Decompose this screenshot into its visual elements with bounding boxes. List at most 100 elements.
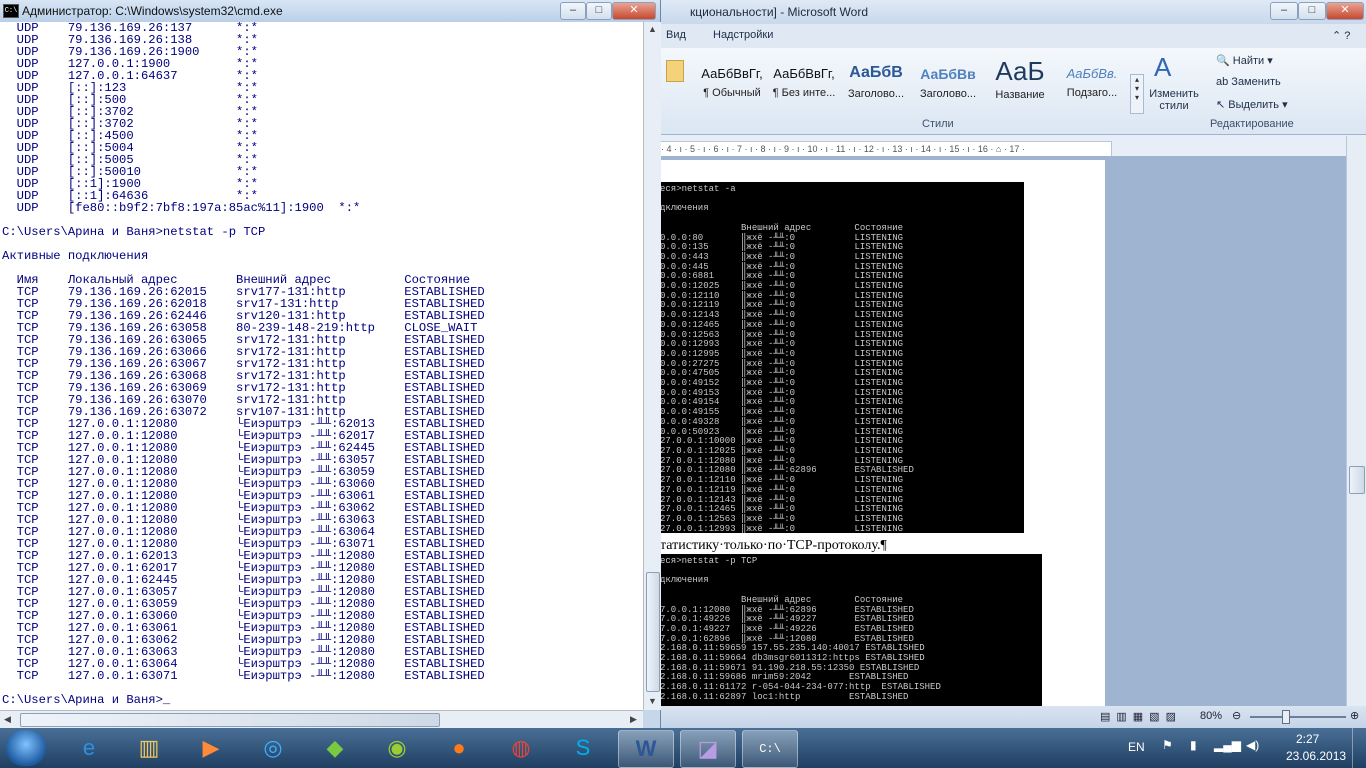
console-line: C:\Users\Арина и Ваня>_ [2,693,171,707]
word-icon[interactable]: W [618,730,674,768]
cmd-horizontal-scrollbar[interactable]: ◀ ▶ [0,710,643,729]
console-line: C:\Users\Арина и Ваня>netstat -p TCP [2,225,266,239]
cmd-minimize-button[interactable]: ‒ [560,2,586,20]
console-output: UDP 79.136.169.26:137 *:* UDP 79.136.169… [0,22,643,706]
start-button[interactable] [6,730,46,766]
help-icon[interactable]: ⌃ ? [1332,29,1350,42]
style-title-name: Название [995,89,1045,101]
styles-group-label: Стили [922,118,954,130]
style-normal-sample: АаБбВвГг, [701,66,763,81]
tab-view[interactable]: Вид [666,29,686,41]
style-heading1-sample: АаБбВ [849,64,903,81]
scroll-right-icon[interactable]: ▶ [630,714,637,725]
document-area: еся>netstat -a дключения Внешний адрес С… [660,156,1346,709]
cmd-titlebar: C:\ Администратор: C:\Windows\system32\c… [0,0,660,22]
media-player-icon[interactable]: ▶ [184,730,238,766]
flag-icon[interactable]: ⚑ [1162,738,1173,752]
tab-addins[interactable]: Надстройки [713,29,773,41]
cmd-taskbar-icon[interactable]: C:\ [742,730,798,768]
style-normal-name: ¶ Обычный [703,87,761,99]
scroll-up-icon[interactable]: ▲ [648,24,657,34]
scroll-left-icon[interactable]: ◀ [4,714,11,725]
find-button[interactable]: 🔍 Найти ▾ [1216,54,1273,67]
find-label: Найти [1232,55,1265,67]
paste-icon[interactable] [666,60,684,82]
chrome-icon[interactable]: ◍ [494,730,548,766]
show-desktop-button[interactable] [1352,728,1365,768]
style-title-sample: АаБ [995,56,1045,86]
explorer-icon[interactable]: ▥ [122,730,176,766]
find-icon: 🔍 [1216,55,1233,67]
styles-scroll-icon[interactable]: ▴ ▾ ▾ [1130,74,1144,114]
ribbon: АаБбВвГг, ¶ Обычный АаБбВвГг, ¶ Без инте… [660,48,1366,135]
style-heading2-sample: АаБбВв [920,66,976,82]
battery-icon[interactable]: ▮ [1190,738,1197,752]
cmd-vertical-scrollbar[interactable]: ▲ ▼ [643,22,661,710]
word-title: кциональности] - Microsoft Word [690,5,869,19]
console-line: Активные подключения [2,249,149,263]
style-heading1-name: Заголово... [847,88,905,100]
style-normal[interactable]: АаБбВвГг, ¶ Обычный [696,56,768,104]
language-indicator[interactable]: EN [1128,740,1145,754]
document-paragraph: татистику·только·по·TCP-протоколу.¶ [660,538,887,553]
view-buttons-icon[interactable]: ▤▥▦▧▨ [1100,710,1182,723]
clock-date[interactable]: 23.06.2013 [1286,749,1346,763]
cmd-close-button[interactable]: ✕ [612,2,656,20]
onenote-icon[interactable]: ◪ [680,730,736,768]
firefox-icon[interactable]: ● [432,730,486,766]
style-subtitle[interactable]: АаБбВв. Подзаго... [1056,56,1128,104]
cursor-icon: ↖ [1216,99,1229,111]
word-minimize-button[interactable]: ‒ [1270,2,1298,20]
qip-icon[interactable]: ◎ [246,730,300,766]
zoom-slider[interactable] [1250,716,1346,718]
document-page[interactable]: еся>netstat -a дключения Внешний адрес С… [660,160,1105,709]
word-scroll-thumb[interactable] [1349,466,1365,494]
word-maximize-button[interactable]: □ [1298,2,1326,20]
editing-group-label: Редактирование [1210,118,1294,130]
cmd-title: Администратор: C:\Windows\system32\cmd.e… [22,4,283,18]
cmd-hscroll-thumb[interactable] [20,713,440,727]
style-heading2-name: Заголово... [919,88,977,100]
style-no-spacing-sample: АаБбВвГг, [773,66,835,81]
horizontal-ruler[interactable]: · 4 · ı · 5 · ı · 6 · ı · 7 · ı · 8 · ı … [660,141,1112,157]
cmd-scroll-thumb[interactable] [646,572,660,692]
style-heading2[interactable]: АаБбВв Заголово... [912,56,984,104]
style-subtitle-sample: АаБбВв. [1066,66,1118,81]
text-cursor: _ [162,693,171,707]
taskbar: e ▥ ▶ ◎ ◆ ◉ ● ◍ S W ◪ C:\ EN ⚑ ▮ ▂▄▆ ◀) … [0,728,1366,768]
scroll-down-icon[interactable]: ▼ [648,696,657,706]
cmd-console[interactable]: UDP 79.136.169.26:137 *:* UDP 79.136.169… [0,22,643,710]
yandex-browser-icon[interactable]: ◆ [308,730,362,766]
replace-button[interactable]: ab Заменить [1216,76,1281,88]
style-heading1[interactable]: АаБбВ Заголово... [840,56,912,104]
style-title[interactable]: АаБ Название [984,56,1056,104]
word-close-button[interactable]: ✕ [1326,2,1364,20]
console-line: TCP 127.0.0.1:63071 └Еиэрштрэ -╨╨:12080 … [2,669,485,683]
network-icon[interactable]: ▂▄▆ [1214,738,1241,752]
replace-label: Заменить [1231,76,1281,88]
console-line: UDP [fe80::b9f2:7bf8:197a:85ac%11]:1900 … [2,201,361,215]
netstat-tcp-screenshot: еся>netstat -p TCP дключения Внешний адр… [660,554,1042,709]
zoom-out-icon[interactable]: ⊖ [1232,709,1241,722]
cmd-window: C:\ Администратор: C:\Windows\system32\c… [0,0,661,729]
volume-icon[interactable]: ◀) [1246,738,1259,752]
cmd-maximize-button[interactable]: □ [586,2,612,20]
internet-explorer-icon[interactable]: e [62,730,116,766]
zoom-slider-thumb[interactable] [1282,710,1290,724]
word-window: кциональности] - Microsoft Word ‒ □ ✕ Ви… [660,0,1366,728]
ribbon-tabs: Вид Надстройки ⌃ ? [660,24,1366,48]
netstat-a-screenshot: еся>netstat -a дключения Внешний адрес С… [660,182,1024,533]
clock-time[interactable]: 2:27 [1296,732,1319,746]
change-styles-button[interactable]: Изменить стили [1146,88,1202,112]
word-vertical-scrollbar[interactable] [1346,136,1366,706]
style-no-spacing-name: ¶ Без инте... [772,87,836,99]
style-no-spacing[interactable]: АаБбВвГг, ¶ Без инте... [768,56,840,104]
word-status-bar: ▤▥▦▧▨ 80% ⊖ ⊕ [660,706,1366,728]
skype-icon[interactable]: S [556,730,610,766]
zoom-level[interactable]: 80% [1200,710,1222,722]
replace-icon: ab [1216,76,1232,88]
wifi-icon[interactable]: ◉ [370,730,424,766]
select-button[interactable]: ↖ Выделить ▾ [1216,98,1288,111]
cmd-app-icon: C:\ [3,4,19,18]
zoom-in-icon[interactable]: ⊕ [1350,709,1359,722]
